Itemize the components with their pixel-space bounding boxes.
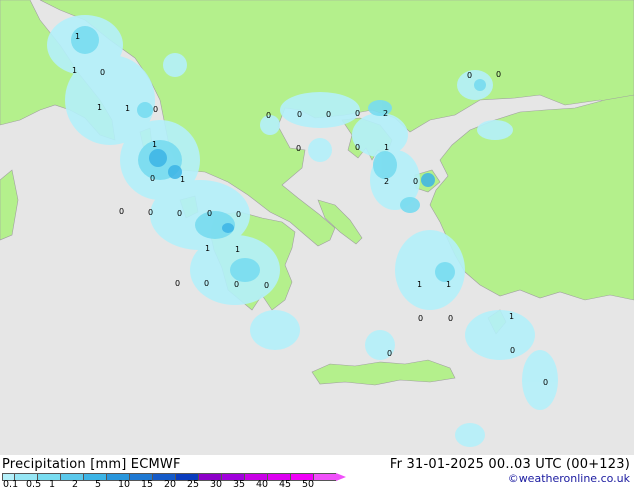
point-label: 0	[387, 349, 392, 358]
point-label: 0	[100, 68, 105, 77]
scale-label: 40	[256, 479, 269, 490]
point-label: 0	[418, 314, 423, 323]
scale-label: 5	[95, 479, 102, 490]
point-label: 0	[326, 110, 331, 119]
point-label: 0	[264, 281, 269, 290]
credit-link[interactable]: ©weatheronline.co.uk	[508, 472, 630, 485]
point-label: 0	[207, 209, 212, 218]
point-label: 1	[72, 66, 77, 75]
point-label: 0	[175, 279, 180, 288]
point-label: 1	[205, 244, 210, 253]
point-label: 0	[150, 174, 155, 183]
point-label: 0	[236, 210, 241, 219]
scale-label: 30	[210, 479, 223, 490]
scale-label: 50	[302, 479, 315, 490]
point-label: 2	[383, 109, 388, 118]
point-label: 1	[235, 245, 240, 254]
scale-label: 15	[141, 479, 154, 490]
point-label: 0	[153, 105, 158, 114]
scale-label: 10	[118, 479, 131, 490]
point-label: 1	[417, 280, 422, 289]
point-label: 0	[234, 280, 239, 289]
point-label: 1	[446, 280, 451, 289]
point-label: 1	[152, 140, 157, 149]
point-label: 1	[97, 103, 102, 112]
point-label: 1	[125, 104, 130, 113]
valid-time: Fr 31-01-2025 00..03 UTC (00+123)	[389, 457, 630, 472]
map-canvas: 1 1 0 1 1 0 1 0 1 0 0 0 0 0 1 1 0 0 0 0 …	[0, 0, 634, 455]
point-label: 0	[204, 279, 209, 288]
point-label: 1	[75, 32, 80, 41]
scale-label: 20	[164, 479, 177, 490]
point-label: 0	[266, 111, 271, 120]
point-label: 0	[467, 71, 472, 80]
point-label: 0	[448, 314, 453, 323]
point-label: 2	[384, 177, 389, 186]
scale-label: 0.5	[26, 479, 42, 490]
point-label: 0	[355, 109, 360, 118]
map-title: Precipitation [mm] ECMWF	[2, 457, 181, 472]
point-label: 0	[510, 346, 515, 355]
point-label: 1	[180, 175, 185, 184]
scale-label: 25	[187, 479, 200, 490]
point-label: 1	[509, 312, 514, 321]
map-footer: Precipitation [mm] ECMWF Fr 31-01-2025 0…	[0, 455, 634, 490]
color-scale-labels: 0.1 0.5 1 2 5 10 15 20 25 30 35 40 45 50	[0, 479, 340, 490]
precipitation-map: 1 1 0 1 1 0 1 0 1 0 0 0 0 0 1 1 0 0 0 0 …	[0, 0, 634, 455]
point-label: 0	[177, 209, 182, 218]
scale-label: 0.1	[3, 479, 19, 490]
point-label: 0	[297, 110, 302, 119]
point-label: 0	[296, 144, 301, 153]
point-label: 0	[413, 177, 418, 186]
point-label: 0	[543, 378, 548, 387]
point-label: 0	[119, 207, 124, 216]
point-label: 1	[384, 143, 389, 152]
point-label: 0	[496, 70, 501, 79]
scale-label: 35	[233, 479, 246, 490]
scale-label: 1	[49, 479, 56, 490]
point-label: 0	[148, 208, 153, 217]
point-label: 0	[355, 143, 360, 152]
scale-label: 45	[279, 479, 292, 490]
scale-label: 2	[72, 479, 79, 490]
